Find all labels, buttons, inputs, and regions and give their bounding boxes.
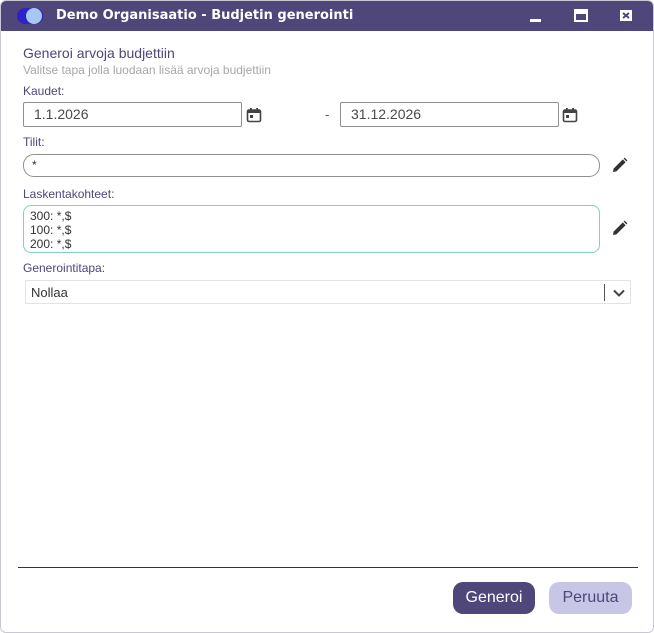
periods-label: Kaudet:	[23, 84, 65, 98]
maximize-button[interactable]	[573, 8, 589, 24]
close-button[interactable]	[618, 8, 634, 24]
cost-center-line: 100: *,$	[30, 223, 72, 237]
period-end-input[interactable]: 31.12.2026	[340, 102, 559, 127]
cost-centers-textarea[interactable]: 300: *,$ 100: *,$ 200: *,$	[23, 205, 600, 253]
cost-centers-label: Laskentakohteet:	[23, 187, 115, 201]
dialog-window: Demo Organisaatio - Budjetin generointi …	[0, 0, 654, 633]
cost-center-line: 300: *,$	[30, 209, 72, 223]
minimize-button[interactable]	[528, 8, 544, 24]
toggle-logo-icon	[17, 7, 45, 25]
period-start-input[interactable]: 1.1.2026	[23, 102, 242, 127]
window-title: Demo Organisaatio - Budjetin generointi	[56, 8, 354, 23]
generate-button[interactable]: Generoi	[453, 582, 535, 614]
form-subheading: Valitse tapa jolla luodaan lisää arvoja …	[23, 63, 271, 77]
form-heading: Generoi arvoja budjettiin	[23, 45, 175, 61]
method-label: Generointitapa:	[23, 261, 106, 275]
period-separator: -	[325, 107, 330, 122]
minimize-icon	[530, 19, 541, 22]
cancel-button[interactable]: Peruuta	[549, 582, 632, 614]
chevron-down-icon[interactable]	[612, 286, 626, 300]
method-select[interactable]: Nollaa	[25, 280, 631, 304]
accounts-input[interactable]: *	[23, 154, 600, 177]
cost-center-line: 200: *,$	[30, 237, 72, 251]
close-icon	[620, 10, 632, 21]
calendar-icon[interactable]	[246, 107, 262, 123]
dialog-content: Generoi arvoja budjettiin Valitse tapa j…	[1, 31, 653, 632]
title-bar[interactable]: Demo Organisaatio - Budjetin generointi	[1, 1, 653, 31]
maximize-icon	[574, 9, 588, 22]
select-separator	[604, 284, 605, 301]
edit-pencil-icon[interactable]	[611, 157, 628, 174]
calendar-icon[interactable]	[562, 107, 578, 123]
footer-divider	[18, 567, 638, 568]
accounts-label: Tilit:	[23, 135, 45, 149]
method-selected-value: Nollaa	[31, 285, 68, 300]
edit-pencil-icon[interactable]	[611, 220, 628, 237]
